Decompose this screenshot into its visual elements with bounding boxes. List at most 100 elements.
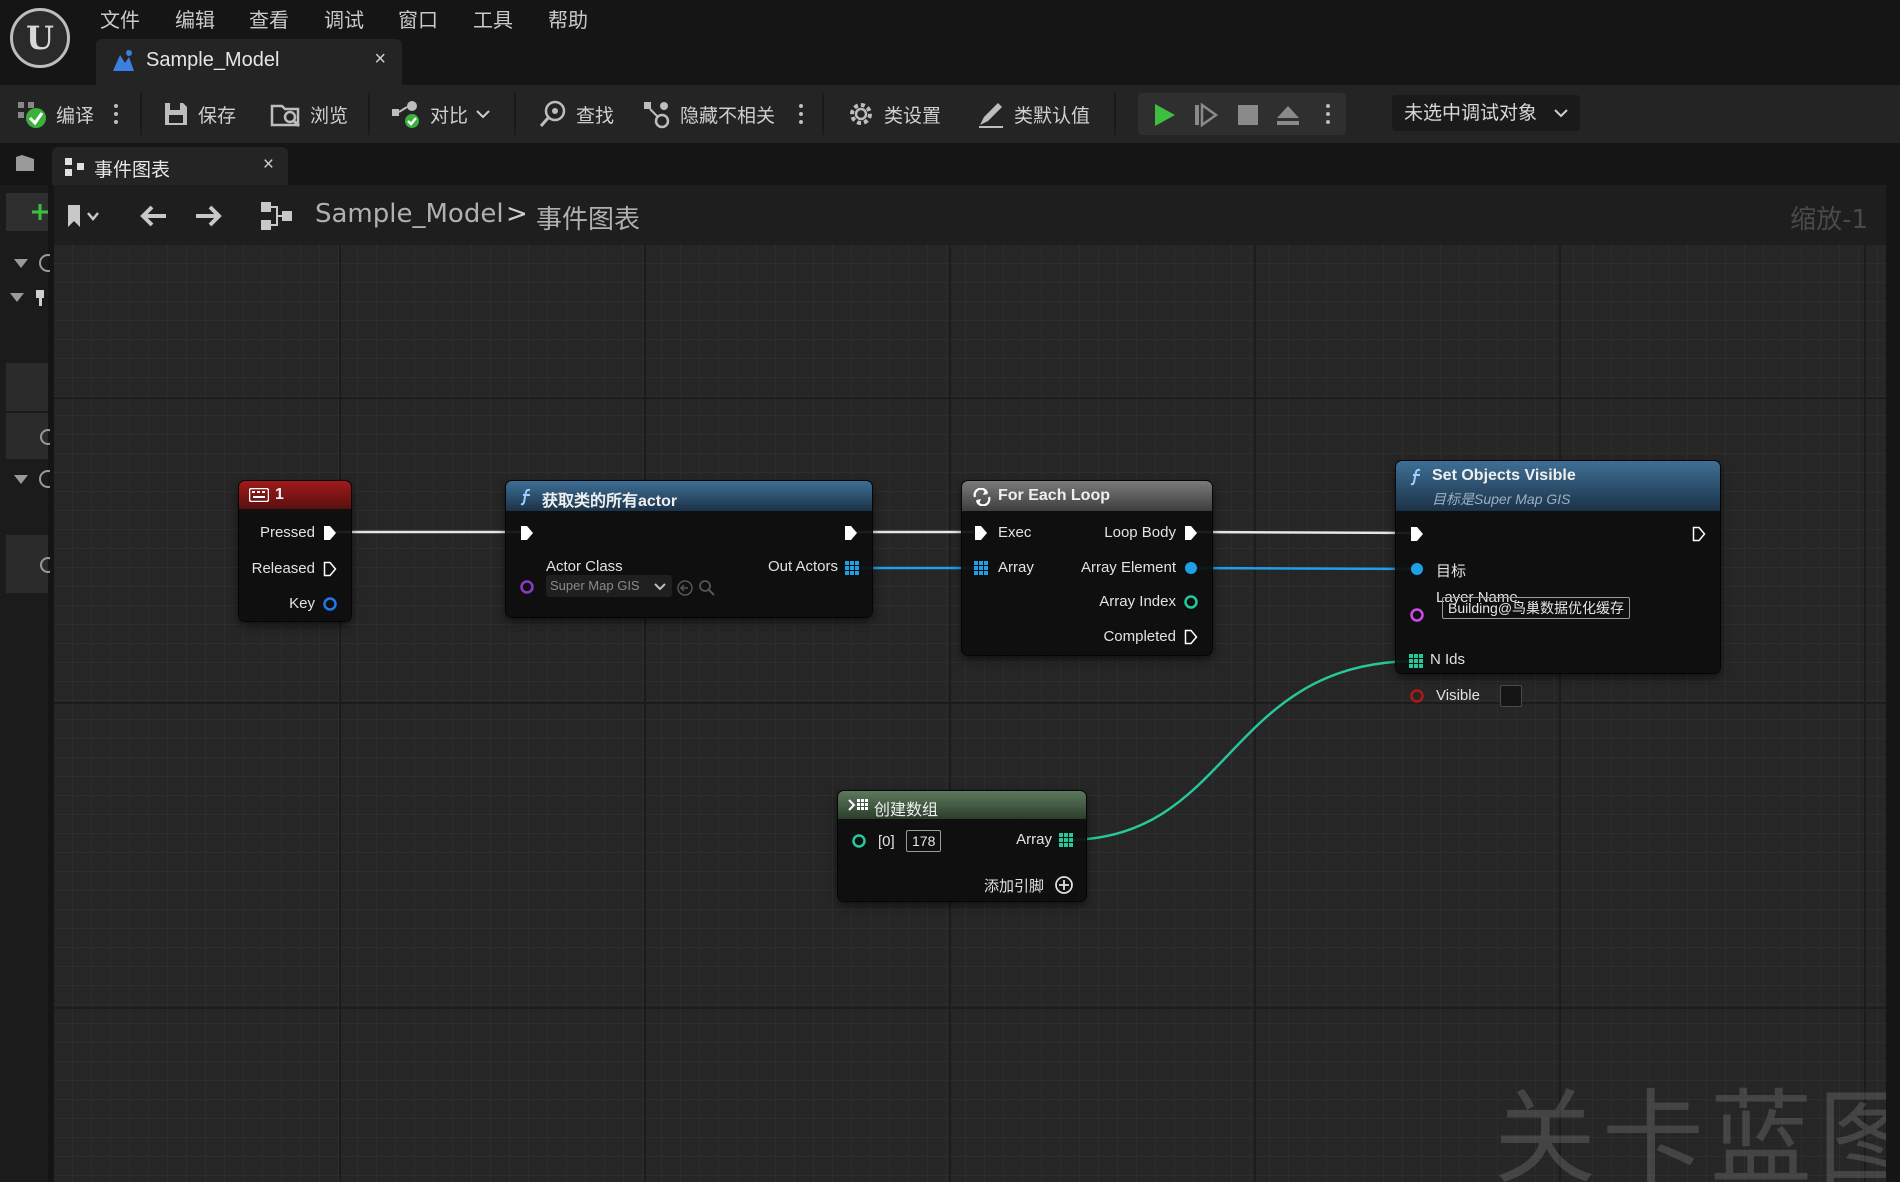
eject-icon[interactable] — [1274, 101, 1302, 129]
play-options-icon[interactable] — [1324, 97, 1332, 131]
menu-window[interactable]: 窗口 — [398, 4, 438, 33]
array-pin-out-icon[interactable] — [1058, 832, 1074, 848]
exec-pin-pressed-icon[interactable] — [323, 525, 337, 541]
find-icon — [539, 100, 566, 127]
for-each-loop-node-header[interactable]: For Each Loop — [962, 481, 1212, 511]
make-array-node[interactable]: 创建数组 [0] 178 Array 添加引脚 — [838, 791, 1086, 901]
string-pin-layer-name-icon[interactable] — [1408, 607, 1426, 623]
visible-checkbox[interactable] — [1500, 685, 1522, 707]
object-pin-target-icon[interactable] — [1409, 561, 1425, 577]
exec-pin-out-icon[interactable] — [1692, 526, 1706, 542]
class-settings-button[interactable]: 类设置 — [846, 97, 941, 131]
bool-pin-visible-icon[interactable] — [1408, 688, 1426, 704]
pin-visible-label: Visible — [1436, 687, 1480, 704]
pin-index-0-label: [0] — [878, 833, 895, 850]
array-pin-in-icon[interactable] — [973, 560, 989, 576]
event-graph-icon — [65, 158, 84, 176]
array-pin-n-ids-icon[interactable] — [1408, 653, 1424, 669]
menu-bar: U 文件 编辑 查看 调试 窗口 工具 帮助 — [0, 0, 1900, 68]
play-icon[interactable] — [1150, 101, 1178, 129]
pin-array-index-label: Array Index — [1099, 593, 1176, 610]
make-array-node-header[interactable]: 创建数组 — [838, 791, 1086, 819]
menu-help[interactable]: 帮助 — [548, 4, 588, 33]
use-selected-icon[interactable] — [676, 579, 694, 597]
chevron-down-icon — [654, 583, 666, 591]
graph-tab-row: 事件图表 × — [0, 143, 1900, 185]
stop-icon[interactable] — [1234, 101, 1262, 129]
layer-name-input[interactable]: Building@鸟巢数据优化缓存 — [1442, 597, 1631, 619]
find-button[interactable]: 查找 — [538, 97, 614, 131]
menu-edit[interactable]: 编辑 — [175, 4, 215, 33]
find-label: 查找 — [576, 104, 615, 127]
struct-pin-key-icon[interactable] — [322, 596, 338, 612]
int-pin-index-0-icon[interactable] — [850, 833, 868, 849]
set-objects-visible-node-header[interactable]: Set Objects Visible 目标是Super Map GIS — [1396, 461, 1720, 511]
document-tab-label: Sample_Model — [146, 49, 280, 71]
menu-debug[interactable]: 调试 — [324, 4, 364, 33]
graph-canvas[interactable]: Sample_Model > 事件图表 缩放-1 1 Pressed Relea… — [54, 185, 1886, 1182]
debug-object-label: 未选中调试对象 — [1404, 102, 1538, 124]
pin-n-ids-label: N Ids — [1430, 651, 1466, 668]
save-button[interactable]: 保存 — [162, 97, 236, 131]
add-pin-label[interactable]: 添加引脚 — [984, 875, 1044, 896]
close-icon[interactable]: × — [374, 48, 386, 71]
tab-event-graph[interactable]: 事件图表 × — [52, 147, 288, 185]
class-pin-icon[interactable] — [518, 579, 536, 595]
menu-tools[interactable]: 工具 — [473, 4, 513, 33]
toolbar-divider — [514, 93, 516, 135]
document-tab-sample-model[interactable]: Sample_Model × — [96, 39, 402, 85]
key-event-node[interactable]: 1 Pressed Released Key — [239, 481, 351, 621]
exec-pin-released-icon[interactable] — [323, 561, 337, 577]
hide-unrelated-button[interactable]: 隐藏不相关 — [642, 97, 775, 131]
compile-button[interactable]: 编译 — [16, 97, 94, 131]
hide-unrelated-options-icon[interactable] — [797, 97, 805, 131]
actor-class-dropdown[interactable]: Super Map GIS — [546, 575, 672, 597]
panel-toggle-icon[interactable] — [14, 153, 36, 173]
toolbar-divider — [822, 93, 824, 135]
key-event-node-header[interactable]: 1 — [239, 481, 351, 509]
compile-options-icon[interactable] — [112, 97, 120, 131]
collapse-arrow-icon[interactable] — [10, 293, 24, 303]
browse-button[interactable]: 浏览 — [270, 97, 348, 131]
close-icon[interactable]: × — [263, 154, 274, 176]
toolbar-divider — [1114, 93, 1116, 135]
step-icon[interactable] — [1192, 101, 1220, 129]
compile-label: 编译 — [56, 104, 95, 127]
exec-pin-in-icon[interactable] — [520, 525, 534, 541]
object-wire-element-to-target — [1186, 566, 1419, 571]
graph-icon — [39, 254, 50, 272]
add-pin-plus-icon[interactable] — [1054, 875, 1074, 895]
index-0-value-input[interactable]: 178 — [906, 830, 942, 852]
for-each-loop-node[interactable]: For Each Loop Exec Array Loop Body Array… — [962, 481, 1212, 655]
pin-pressed-label: Pressed — [259, 524, 315, 541]
exec-pin-completed-icon[interactable] — [1184, 629, 1198, 645]
dispatcher-icon — [40, 557, 50, 573]
class-defaults-button[interactable]: 类默认值 — [976, 97, 1090, 131]
object-pin-array-element-icon[interactable] — [1183, 560, 1199, 576]
toolbar-divider — [368, 93, 370, 135]
diff-button[interactable]: 对比 — [390, 97, 490, 131]
exec-pin-out-icon[interactable] — [844, 525, 858, 541]
function-icon — [520, 488, 531, 506]
pin-completed-label: Completed — [1103, 628, 1176, 645]
add-button[interactable] — [6, 193, 48, 231]
exec-pin-loop-body-icon[interactable] — [1184, 525, 1198, 541]
chevron-down-icon — [1554, 109, 1568, 118]
exec-pin-in-icon[interactable] — [1410, 526, 1424, 542]
hide-unrelated-label: 隐藏不相关 — [680, 104, 776, 127]
set-objects-visible-node[interactable]: Set Objects Visible 目标是Super Map GIS 目标 … — [1396, 461, 1720, 707]
actor-class-value: Super Map GIS — [550, 578, 640, 593]
int-pin-array-index-icon[interactable] — [1183, 594, 1199, 610]
get-all-actors-node[interactable]: 获取类的所有actor Actor Class Super Map GIS Ou… — [506, 481, 872, 617]
array-pin-out-actors-icon[interactable] — [844, 560, 860, 576]
exec-pin-in-icon[interactable] — [974, 525, 988, 541]
menu-file[interactable]: 文件 — [100, 4, 140, 33]
get-all-actors-node-header[interactable]: 获取类的所有actor — [506, 481, 872, 511]
debug-object-dropdown[interactable]: 未选中调试对象 — [1392, 95, 1580, 131]
menu-view[interactable]: 查看 — [249, 4, 289, 33]
hide-unrelated-icon — [644, 102, 670, 129]
browse-search-icon[interactable] — [698, 579, 716, 597]
unreal-logo-icon[interactable]: U — [10, 8, 70, 68]
collapse-arrow-icon[interactable] — [14, 475, 28, 485]
collapse-arrow-icon[interactable] — [14, 259, 28, 269]
